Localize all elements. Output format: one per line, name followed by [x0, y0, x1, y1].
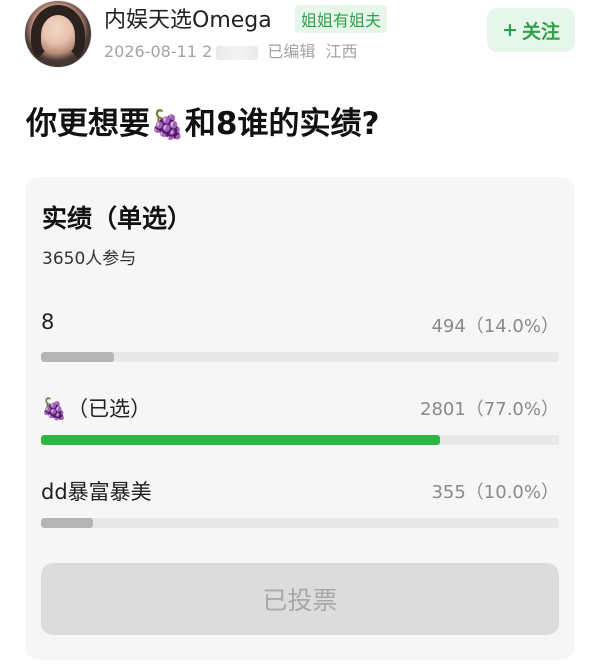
post-title: 你更想要🍇和8谁的实绩? — [26, 98, 379, 143]
selected-tag: （已选） — [67, 397, 152, 421]
option-progress-track — [41, 435, 559, 445]
grape-icon: 🍇 — [41, 397, 68, 421]
option-progress-fill — [41, 352, 114, 362]
option-label: 8 — [41, 310, 54, 334]
post-page: 内娱天选Omega 姐姐有姐夫 2026-08-11 2 已编辑 江西 + 关注… — [0, 0, 600, 667]
option-text: 8 — [41, 310, 55, 334]
option-count: 355（10.0%） — [431, 482, 559, 503]
option-label: dd暴富暴美 — [41, 476, 152, 506]
avatar[interactable] — [24, 0, 92, 68]
follow-button[interactable]: + 关注 — [487, 8, 575, 52]
option-progress-track — [41, 352, 559, 362]
option-count: 494（14.0%） — [431, 316, 559, 337]
title-part-1: 你更想要 — [26, 106, 150, 142]
voted-button[interactable]: 已投票 — [41, 563, 559, 635]
option-text: dd暴富暴美 — [41, 480, 152, 504]
post-meta: 2026-08-11 2 已编辑 江西 — [104, 38, 358, 62]
option-progress-fill — [41, 435, 440, 445]
poll-option-3[interactable]: dd暴富暴美 355（10.0%） — [41, 476, 559, 536]
username[interactable]: 内娱天选Omega — [104, 2, 272, 34]
participant-count: 3650人参与 — [42, 249, 137, 269]
poll-title: 实绩（单选） — [42, 204, 193, 233]
blurred-time — [216, 45, 259, 60]
poll-option-1[interactable]: 8 494（14.0%） — [41, 310, 559, 370]
user-badge: 姐姐有姐夫 — [295, 5, 388, 33]
post-date: 2026-08-11 2 — [104, 42, 213, 61]
plus-icon: + — [502, 19, 518, 41]
option-progress-fill — [41, 518, 93, 528]
title-part-2: 和8谁的实绩? — [184, 106, 380, 142]
poll-card: 实绩（单选） 3650人参与 8 494（14.0%） 🍇（已选） 2801（7… — [25, 177, 575, 660]
follow-label: 关注 — [521, 20, 560, 43]
option-progress-track — [41, 518, 559, 528]
location-label: 江西 — [325, 42, 358, 61]
option-count: 2801（77.0%） — [420, 399, 559, 420]
avatar-hair — [31, 5, 85, 65]
edited-label: 已编辑 — [267, 42, 316, 61]
grape-icon: 🍇 — [150, 108, 185, 141]
poll-option-2[interactable]: 🍇（已选） 2801（77.0%） — [41, 393, 559, 453]
option-label: 🍇（已选） — [41, 393, 151, 423]
